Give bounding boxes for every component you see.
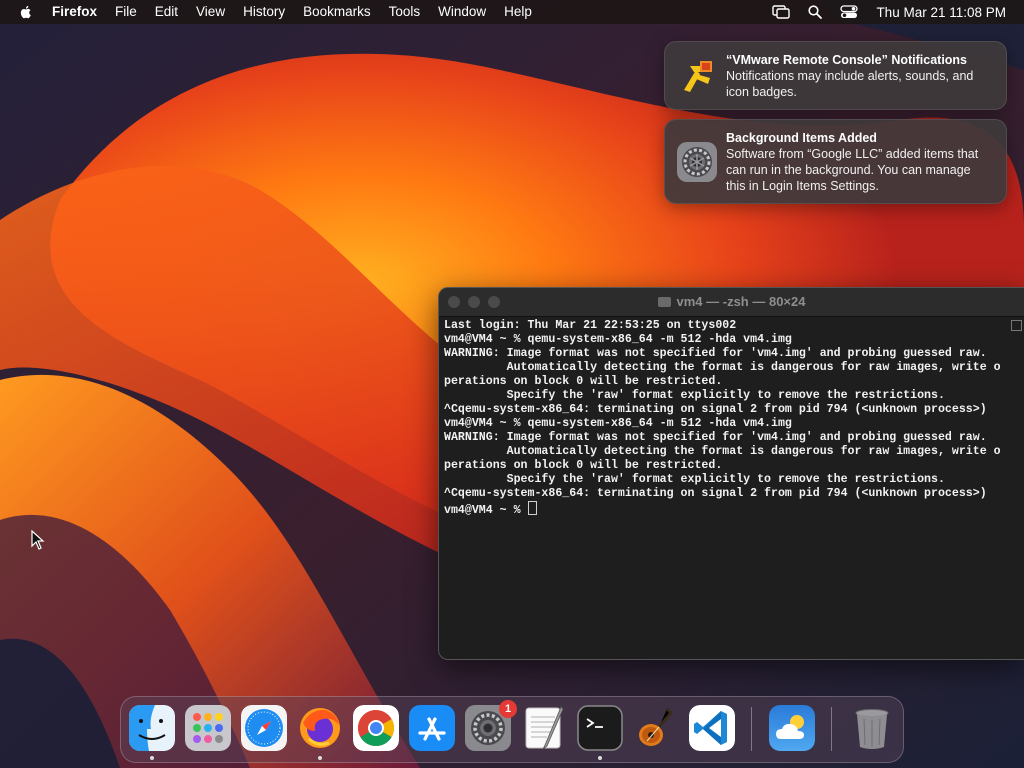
- terminal-line: WARNING: Image format was not specified …: [444, 347, 987, 360]
- terminal-line: perations on block 0 will be restricted.: [444, 459, 723, 472]
- chrome-icon[interactable]: [353, 705, 399, 751]
- dock: 1: [120, 696, 904, 763]
- terminal-line: ^Cqemu-system-x86_64: terminating on sig…: [444, 487, 987, 500]
- spotlight-search-icon[interactable]: [806, 5, 824, 19]
- terminal-output[interactable]: Last login: Thu Mar 21 22:53:25 on ttys0…: [444, 319, 1006, 659]
- trash-icon[interactable]: [849, 705, 895, 751]
- terminal-title: vm4 — -zsh — 80×24: [439, 288, 1024, 316]
- notification-badge: 1: [499, 700, 517, 718]
- running-indicator: [318, 756, 322, 760]
- system-settings-gear-icon: [677, 142, 717, 182]
- terminal-window[interactable]: vm4 — -zsh — 80×24 Last login: Thu Mar 2…: [438, 287, 1024, 660]
- menu-view[interactable]: View: [187, 0, 234, 24]
- mouse-pointer-icon: [31, 530, 45, 550]
- vmware-remote-console-icon: [684, 61, 712, 92]
- apple-menu-icon[interactable]: [18, 4, 34, 20]
- terminal-line: Specify the 'raw' format explicitly to r…: [444, 473, 945, 486]
- terminal-line: vm4@VM4 ~ % qemu-system-x86_64 -m 512 -h…: [444, 417, 792, 430]
- menu-bar-clock[interactable]: Thu Mar 21 11:08 PM: [876, 5, 1006, 20]
- weather-icon[interactable]: [769, 705, 815, 751]
- running-indicator: [150, 756, 154, 760]
- menu-bar: Firefox File Edit View History Bookmarks…: [0, 0, 1024, 24]
- terminal-line: Automatically detecting the format is da…: [444, 361, 1001, 374]
- notification-title: Background Items Added: [726, 131, 877, 145]
- app-store-icon[interactable]: [409, 705, 455, 751]
- finder-icon[interactable]: [129, 705, 175, 751]
- terminal-line: Automatically detecting the format is da…: [444, 445, 1001, 458]
- notification-body: Notifications may include alerts, sounds…: [726, 69, 974, 99]
- menu-edit[interactable]: Edit: [146, 0, 187, 24]
- textedit-icon[interactable]: [521, 705, 567, 751]
- menu-history[interactable]: History: [234, 0, 294, 24]
- folder-icon: [657, 297, 671, 307]
- menu-bookmarks[interactable]: Bookmarks: [294, 0, 380, 24]
- terminal-line: WARNING: Image format was not specified …: [444, 431, 987, 444]
- terminal-scroll-indicator[interactable]: [1011, 320, 1022, 331]
- terminal-titlebar[interactable]: vm4 — -zsh — 80×24: [439, 288, 1024, 317]
- dock-separator: [751, 707, 752, 751]
- menu-file[interactable]: File: [106, 0, 146, 24]
- notification-vmware[interactable]: “VMware Remote Console” Notifications No…: [664, 41, 1007, 110]
- terminal-line: perations on block 0 will be restricted.: [444, 375, 723, 388]
- menu-window[interactable]: Window: [429, 0, 495, 24]
- notification-body: Software from “Google LLC” added items t…: [726, 147, 979, 193]
- terminal-line: vm4@VM4 ~ % qemu-system-x86_64 -m 512 -h…: [444, 333, 792, 346]
- notification-title: “VMware Remote Console” Notifications: [726, 53, 968, 67]
- launchpad-icon[interactable]: [185, 705, 231, 751]
- screen-mirroring-icon[interactable]: [772, 5, 791, 19]
- menu-tools[interactable]: Tools: [380, 0, 430, 24]
- system-settings-button[interactable]: 1: [465, 700, 517, 751]
- terminal-title-text: vm4 — -zsh — 80×24: [676, 294, 806, 309]
- dock-separator: [831, 707, 832, 751]
- running-indicator: [598, 756, 602, 760]
- terminal-prompt: vm4@VM4 ~ %: [444, 504, 528, 517]
- menu-help[interactable]: Help: [495, 0, 541, 24]
- garageband-icon[interactable]: [633, 705, 679, 751]
- terminal-icon[interactable]: [577, 705, 623, 751]
- terminal-prompt-line: vm4@VM4 ~ %: [444, 501, 1006, 517]
- menu-app-firefox[interactable]: Firefox: [52, 0, 106, 24]
- terminal-line: Specify the 'raw' format explicitly to r…: [444, 389, 945, 402]
- vscode-icon[interactable]: [689, 705, 735, 751]
- safari-icon[interactable]: [241, 705, 287, 751]
- notification-background-items[interactable]: Background Items Added Software from “Go…: [664, 119, 1007, 204]
- terminal-line: Last login: Thu Mar 21 22:53:25 on ttys0…: [444, 319, 737, 332]
- terminal-cursor: [527, 501, 537, 515]
- terminal-line: ^Cqemu-system-x86_64: terminating on sig…: [444, 403, 987, 416]
- firefox-icon[interactable]: [297, 705, 343, 751]
- control-center-icon[interactable]: [840, 5, 859, 19]
